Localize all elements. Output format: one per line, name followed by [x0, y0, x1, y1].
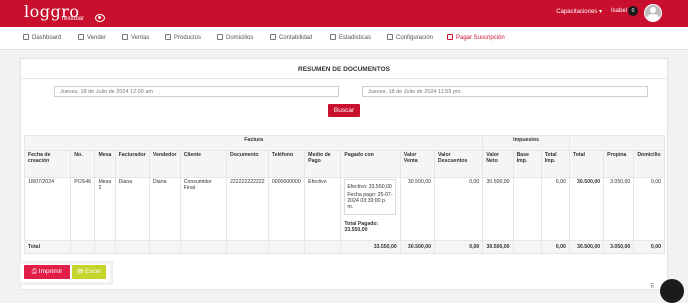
col-domicilio: Domicilio [633, 150, 665, 178]
date-from-input[interactable]: Jueves, 18 de Julio de 2024 12:00 am [54, 86, 339, 97]
cell-vendedor: Diana [148, 177, 181, 241]
payment-date-line: Fecha pago: 25-07-2024 03:39:00 p. m. [347, 192, 393, 210]
table-footer-row: Total 33.550,00 30.500,00 0,00 30.500,00… [23, 240, 665, 254]
col-no: No. [70, 150, 96, 178]
cell-total-imp: 0,00 [540, 177, 570, 241]
footer-valor-neto: 30.500,00 [482, 240, 514, 254]
page-title: RESUMEN DE DOCUMENTOS [298, 66, 390, 73]
nav-item-configuracion[interactable]: Configuración [387, 34, 433, 41]
bike-icon [217, 34, 223, 40]
cell-descuentos: 0,00 [433, 177, 484, 241]
cell-telefono: 0000000000 [267, 177, 306, 241]
col-documento: Documento [226, 150, 269, 178]
group-header-factura: Factura [23, 135, 484, 151]
group-header-blank [568, 135, 666, 151]
col-propina: Propina [603, 150, 635, 178]
user-name[interactable]: Isabel [611, 8, 627, 14]
cell-pagado-con: Efectivo: 33.550,00 Fecha pago: 25-07-20… [340, 177, 401, 241]
col-pagado-con: Pagado con [340, 150, 401, 178]
footer-pagado: 33.550,00 [340, 240, 401, 254]
cell-fecha: 18/07/2024 [23, 177, 72, 241]
chat-icon[interactable] [660, 279, 684, 303]
payment-detail-box: Efectivo: 33.550,00 Fecha pago: 25-07-20… [344, 179, 397, 215]
footer-total-label: Total [23, 240, 72, 254]
document-icon [270, 34, 276, 40]
chart-icon [330, 34, 336, 40]
nav-item-estadisticas[interactable]: Estadisticas [330, 34, 371, 41]
total-pagado-value: 33.550,00 [344, 227, 368, 233]
capacitaciones-label: Capacitaciones [556, 9, 598, 15]
col-mesa: Mesa [94, 150, 116, 178]
cell-medio: Efectivo [304, 177, 342, 241]
cell-documento: 222222222222 [226, 177, 269, 241]
group-header-impuestos: Impuestos [482, 135, 570, 151]
footer-total-imp: 0,00 [540, 240, 570, 254]
col-total: Total [568, 150, 605, 178]
nav-item-ventas[interactable]: Ventas [122, 34, 149, 41]
cell-no: POS46 [70, 177, 96, 241]
payment-method-line: Efectivo: 33.550,00 [347, 184, 392, 190]
col-valor-venta: Valor Venta [399, 150, 435, 178]
footer-total: 30.500,00 [568, 240, 605, 254]
cell-cliente: Consumidor Final [179, 177, 228, 241]
nav-item-vender[interactable]: Vender [78, 34, 106, 41]
top-bar: loggro restobar Capacitaciones ▾ Isabel … [0, 0, 688, 27]
table-row: 18/07/2024 POS46 Mesa 2 Diana Diana Cons… [23, 177, 665, 241]
nav-item-dashboard[interactable]: Dashboard [23, 34, 61, 41]
footer-valor-venta: 30.500,00 [399, 240, 435, 254]
cell-mesa: Mesa 2 [94, 177, 116, 241]
print-button[interactable]: ⎙ Imprimir [24, 265, 70, 279]
col-cliente: Cliente [179, 150, 228, 178]
col-total-imp: Total Imp. [540, 150, 570, 178]
cell-total: 30.500,00 [568, 177, 605, 241]
avatar[interactable] [644, 4, 662, 22]
col-valor-descuentos: Valor Descuentos [433, 150, 484, 178]
eye-icon[interactable] [95, 14, 105, 22]
nav-item-contabilidad[interactable]: Contabilidad [270, 34, 312, 41]
footer-propina: 3.050,00 [603, 240, 635, 254]
col-fecha: Fecha de creación [23, 150, 72, 178]
file-icon: ▤ [77, 268, 86, 275]
grid-dots-icon[interactable]: ⠿ [650, 283, 654, 290]
excel-button[interactable]: ▤ Excel [72, 265, 106, 279]
documents-table: Factura Impuestos Fecha de creación No. … [23, 135, 666, 254]
cart-icon [78, 34, 84, 40]
footer-domicilio: 0,00 [633, 240, 665, 254]
box-icon [165, 34, 171, 40]
cell-base-imp [512, 177, 542, 241]
nav-item-productos[interactable]: Productos [165, 34, 201, 41]
main-nav: Dashboard Vender Ventas Productos Domici… [0, 27, 688, 50]
col-valor-neto: Valor Neto [482, 150, 514, 178]
dashboard-icon [23, 34, 29, 40]
col-vendedor: Vendedor [148, 150, 181, 178]
cell-domicilio: 0,00 [633, 177, 665, 241]
app-logo-subtitle: restobar [62, 16, 85, 22]
cell-facturador: Diana [114, 177, 150, 241]
date-to-input[interactable]: Jueves, 18 de Julio de 2024 11:59 pm [362, 86, 648, 97]
cell-propina: 3.050,00 [603, 177, 635, 241]
search-button[interactable]: Buscar [328, 104, 360, 117]
printer-icon: ⎙ [31, 268, 39, 275]
capacitaciones-menu[interactable]: Capacitaciones ▾ [556, 8, 602, 15]
tag-icon [122, 34, 128, 40]
cell-valor-neto: 30.500,00 [482, 177, 514, 241]
gear-icon [387, 34, 393, 40]
nav-item-domicilios[interactable]: Domicilios [217, 34, 253, 41]
notification-count-badge[interactable]: 0 [628, 6, 638, 16]
col-facturador: Facturador [114, 150, 150, 178]
nav-item-pagar-suscripcion[interactable]: Pagar Suscripción [447, 34, 505, 41]
col-medio-pago: Medio de Pago [304, 150, 342, 178]
col-telefono: Teléfono [267, 150, 306, 178]
col-base-imp: Base Imp. [512, 150, 542, 178]
divider [20, 78, 668, 79]
footer-descuentos: 0,00 [433, 240, 484, 254]
card-icon [447, 34, 453, 40]
cell-valor-venta: 30.500,00 [399, 177, 435, 241]
